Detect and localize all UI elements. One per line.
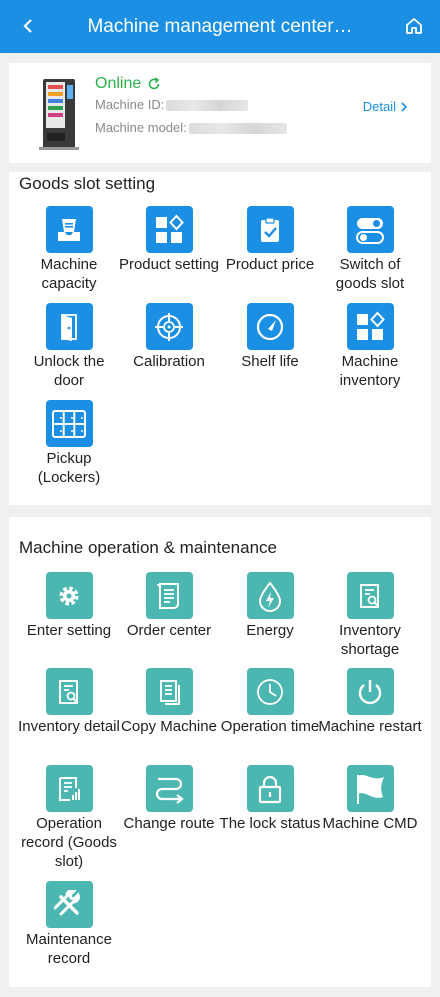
tile-label: Machine capacity	[40, 256, 98, 292]
tile-change-route[interactable]: Change route	[117, 765, 221, 833]
page-title: Machine management center…	[87, 16, 353, 37]
gear-icon	[45, 572, 93, 619]
copy-icon	[145, 668, 193, 715]
lockers-icon	[45, 400, 93, 447]
tile-label: Copy Machine	[121, 718, 217, 735]
tile-label: Inventory shortage	[339, 622, 401, 658]
crosshair-icon	[145, 303, 193, 350]
tile-label: Machine restart	[318, 718, 422, 735]
tile-machine-cmd[interactable]: Machine CMD	[318, 765, 422, 833]
vending-machine-image	[39, 79, 79, 150]
tile-product-price[interactable]: Product price	[218, 206, 322, 274]
home-icon	[406, 18, 422, 34]
detail-link[interactable]: Detail	[363, 99, 409, 114]
tile-inventory-shortage[interactable]: Inventory shortage	[318, 572, 422, 659]
tile-enter-setting[interactable]: Enter setting	[17, 572, 121, 640]
operation-section: Machine operation & maintenance Enter se…	[9, 517, 431, 987]
tile-inventory-detail[interactable]: Inventory detail	[17, 668, 121, 736]
tile-label: Enter setting	[26, 622, 112, 639]
machine-id-value-blurred	[166, 100, 249, 112]
tile-operation-record[interactable]: Operation record (Goods slot)	[17, 765, 121, 871]
doc-search-icon	[45, 668, 93, 715]
goods-slot-title: Goods slot setting	[19, 174, 156, 193]
tile-label: Maintenance record	[26, 931, 112, 967]
status-text: Online	[95, 75, 142, 92]
home-button[interactable]	[400, 12, 428, 40]
goods-slot-section: Goods slot setting Machine capacity Prod…	[9, 172, 431, 505]
tile-label: Shelf life	[241, 353, 299, 370]
tile-operation-time[interactable]: Operation time	[218, 668, 322, 736]
tile-label: Unlock the door	[33, 353, 105, 389]
scroll-icon	[145, 572, 193, 619]
tile-switch-goods-slot[interactable]: Switch of goods slot	[318, 206, 422, 293]
lock-icon	[246, 765, 294, 812]
machine-id-label: Machine ID:	[95, 97, 165, 112]
wrench-icon	[45, 881, 93, 928]
tile-label: Machine CMD	[322, 815, 418, 832]
route-icon	[145, 765, 193, 812]
tile-label: Inventory detail	[18, 718, 120, 735]
tile-maintenance-record[interactable]: Maintenance record	[17, 881, 121, 968]
tile-order-center[interactable]: Order center	[117, 572, 221, 640]
tile-label: Product price	[225, 256, 315, 273]
tile-copy-machine[interactable]: Copy Machine	[117, 668, 221, 736]
app-header: Machine management center…	[0, 0, 440, 53]
tile-shelf-life[interactable]: Shelf life	[218, 303, 322, 371]
tile-label: Operation record (Goods slot)	[21, 815, 117, 870]
tile-label: Product setting	[118, 256, 220, 273]
power-icon	[346, 668, 394, 715]
flag-icon	[346, 765, 394, 812]
gauge-icon	[246, 303, 294, 350]
tile-product-setting[interactable]: Product setting	[117, 206, 221, 274]
back-button[interactable]	[14, 12, 42, 40]
operation-title: Machine operation & maintenance	[19, 538, 277, 557]
tile-machine-restart[interactable]: Machine restart	[318, 668, 422, 736]
tile-label: Order center	[126, 622, 212, 639]
toggle-icon	[346, 206, 394, 253]
machine-model: Machine model:	[95, 120, 287, 135]
tile-label: Machine inventory	[339, 353, 401, 389]
tile-energy[interactable]: Energy	[218, 572, 322, 640]
detail-label: Detail	[362, 99, 396, 114]
tile-label: Switch of goods slot	[335, 256, 405, 292]
tile-label: Pickup (Lockers)	[37, 450, 101, 486]
grid-diamond-icon	[145, 206, 193, 253]
tile-calibration[interactable]: Calibration	[117, 303, 221, 371]
tile-machine-inventory[interactable]: Machine inventory	[318, 303, 422, 390]
clipboard-check-icon	[246, 206, 294, 253]
doc-search-icon	[346, 572, 394, 619]
tray-icon	[45, 206, 93, 253]
tile-label: The lock status	[219, 815, 321, 832]
clock-icon	[246, 668, 294, 715]
energy-drop-icon	[246, 572, 294, 619]
tile-label: Energy	[246, 622, 294, 639]
tile-machine-capacity[interactable]: Machine capacity	[17, 206, 121, 293]
door-icon	[45, 303, 93, 350]
tile-label: Calibration	[133, 353, 205, 370]
machine-model-label: Machine model:	[95, 120, 187, 135]
machine-id: Machine ID:	[95, 97, 249, 112]
tile-label: Change route	[123, 815, 215, 832]
tile-unlock-door[interactable]: Unlock the door	[17, 303, 121, 390]
machine-info-card: Online Machine ID: Machine model: Detail	[9, 63, 431, 163]
tile-pickup-lockers[interactable]: Pickup (Lockers)	[17, 400, 121, 487]
refresh-icon	[148, 77, 160, 90]
machine-model-value-blurred	[188, 123, 287, 135]
tile-lock-status[interactable]: The lock status	[218, 765, 322, 833]
chevron-left-icon	[23, 19, 32, 33]
refresh-button[interactable]	[147, 77, 161, 91]
online-status: Online	[95, 75, 161, 93]
doc-chart-icon	[45, 765, 93, 812]
chevron-right-icon	[401, 101, 408, 112]
tile-label: Operation time	[220, 718, 320, 735]
grid-diamond-icon	[346, 303, 394, 350]
